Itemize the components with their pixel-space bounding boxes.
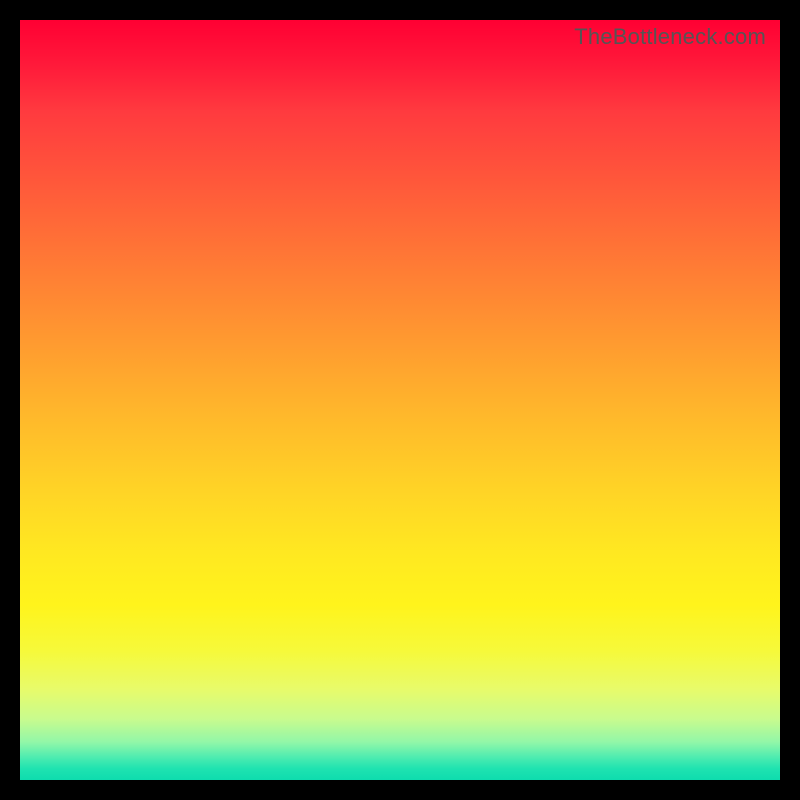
chart-frame: TheBottleneck.com [0, 0, 800, 800]
gradient-background [20, 20, 780, 780]
plot-area: TheBottleneck.com [20, 20, 780, 780]
